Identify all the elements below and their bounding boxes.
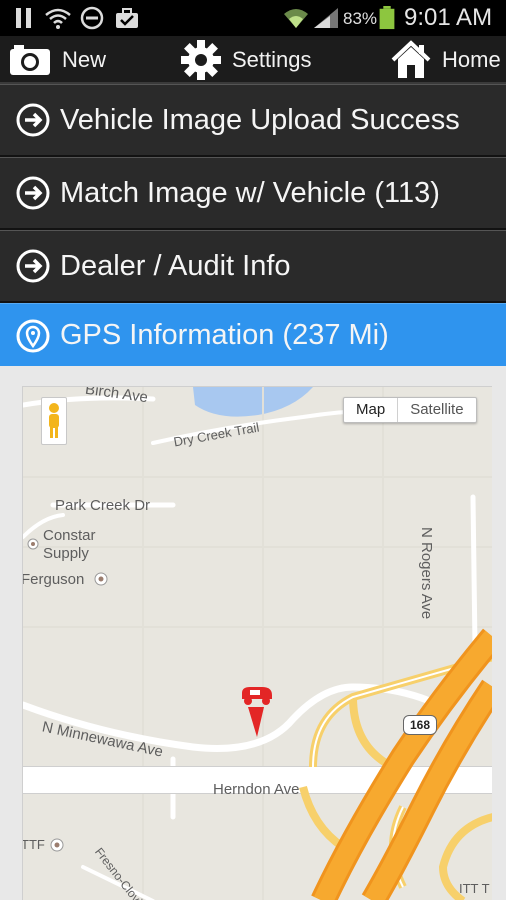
map-label-itt: ITT T bbox=[459, 881, 490, 896]
battery-icon bbox=[379, 6, 395, 30]
home-label: Home bbox=[442, 47, 501, 72]
list-item-match-image[interactable]: Match Image w/ Vehicle (113) bbox=[0, 157, 506, 230]
status-bar: 83% 9:01 AM bbox=[0, 0, 506, 36]
location-pin-icon bbox=[16, 319, 50, 352]
gear-icon bbox=[181, 40, 221, 80]
list-item-gps-info[interactable]: GPS Information (237 Mi) bbox=[0, 303, 506, 369]
list-item-label: GPS Information (237 Mi) bbox=[60, 319, 389, 351]
street-view-pegman-button[interactable] bbox=[41, 397, 67, 445]
section-list: Vehicle Image Upload Success Match Image… bbox=[0, 84, 506, 369]
list-item-label: Vehicle Image Upload Success bbox=[60, 103, 460, 136]
map-label-park-creek: Park Creek Dr bbox=[55, 497, 151, 514]
home-icon bbox=[391, 40, 431, 78]
pegman-icon bbox=[49, 403, 59, 438]
clock: 9:01 AM bbox=[404, 4, 493, 31]
map-view[interactable]: Birch Ave Dry Creek Trail Park Creek Dr … bbox=[22, 386, 492, 900]
arrow-right-circle-icon bbox=[16, 176, 50, 210]
pause-icon bbox=[16, 8, 31, 28]
map-label-ferguson: Ferguson bbox=[22, 571, 85, 588]
list-item-label: Match Image w/ Vehicle (113) bbox=[60, 176, 440, 209]
map-label-supply: Supply bbox=[43, 545, 89, 562]
camera-icon bbox=[10, 45, 50, 75]
settings-label: Settings bbox=[232, 47, 312, 72]
map-label-rogers: N Rogers Ave bbox=[418, 527, 435, 620]
settings-button[interactable]: Settings bbox=[180, 36, 312, 84]
list-item-label: Dealer / Audit Info bbox=[60, 249, 291, 282]
list-item-dealer-audit[interactable]: Dealer / Audit Info bbox=[0, 230, 506, 303]
new-button[interactable]: New bbox=[8, 36, 106, 84]
home-button[interactable]: Home bbox=[390, 36, 501, 84]
map-type-satellite-button[interactable]: Satellite bbox=[397, 398, 475, 422]
cell-signal-icon bbox=[314, 8, 338, 28]
briefcase-icon bbox=[116, 8, 138, 28]
arrow-right-circle-icon bbox=[16, 103, 50, 137]
map-type-map-button[interactable]: Map bbox=[344, 398, 397, 422]
map-label-herndon: Herndon Ave bbox=[213, 781, 300, 798]
new-label: New bbox=[62, 47, 107, 72]
map-roads bbox=[23, 387, 492, 900]
arrow-right-circle-icon bbox=[16, 249, 50, 283]
action-bar: New Settings Home bbox=[0, 36, 506, 84]
do-not-disturb-icon bbox=[80, 6, 104, 30]
route-168-shield: 168 bbox=[403, 715, 437, 735]
map-label-ttf: TTF bbox=[22, 837, 45, 852]
map-type-toggle: Map Satellite bbox=[343, 397, 477, 423]
gps-map-panel: Birch Ave Dry Creek Trail Park Creek Dr … bbox=[0, 366, 506, 900]
wifi-signal-icon bbox=[284, 9, 308, 28]
map-label-constar: Constar bbox=[43, 527, 96, 544]
wifi-icon bbox=[45, 8, 71, 29]
battery-percent: 83% bbox=[343, 9, 378, 28]
vehicle-location-marker-icon[interactable] bbox=[236, 683, 276, 739]
list-item-upload-success[interactable]: Vehicle Image Upload Success bbox=[0, 84, 506, 157]
